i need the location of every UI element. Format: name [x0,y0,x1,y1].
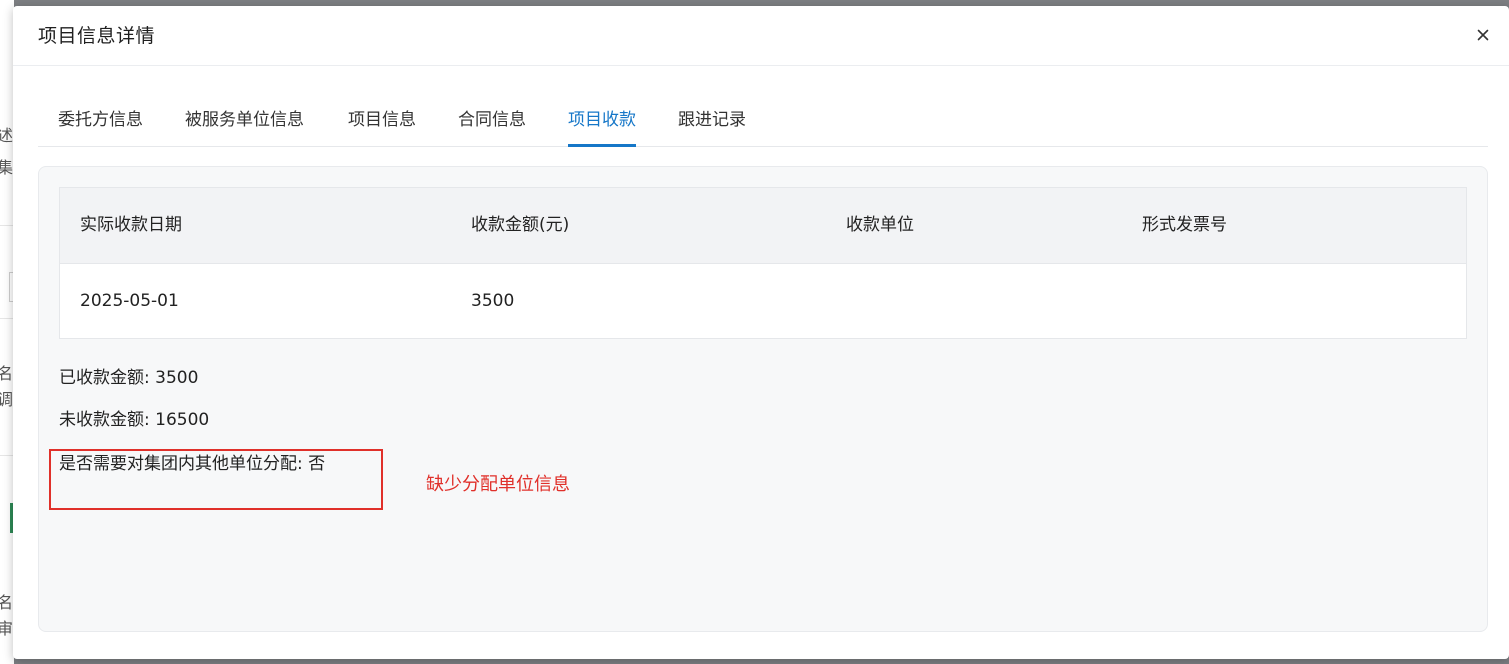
tab-contract-info[interactable]: 合同信息 [458,100,526,146]
background-text-fragment: 名 [0,364,14,383]
background-page: 述 集 名 调 名 审 [0,0,14,664]
table-row: 2025-05-01 3500 [60,264,1466,338]
cell-payment-date: 2025-05-01 [80,291,179,311]
received-amount: 已收款金额: 3500 [59,368,199,388]
background-text-fragment: 述 [0,126,14,145]
column-header-amount: 收款金额(元) [471,215,570,235]
annotation-note: 缺少分配单位信息 [426,474,570,495]
tab-client-info[interactable]: 委托方信息 [58,100,143,146]
payments-panel: 实际收款日期 收款金额(元) 收款单位 形式发票号 2025-05-01 350… [38,166,1488,632]
column-header-invoice-number: 形式发票号 [1142,215,1227,235]
dialog-title: 项目信息详情 [38,25,156,47]
background-divider [0,455,14,456]
close-button[interactable] [1471,23,1495,47]
background-divider [0,225,14,226]
table-header-row: 实际收款日期 收款金额(元) 收款单位 形式发票号 [60,188,1466,264]
tab-project-info[interactable]: 项目信息 [348,100,416,146]
column-header-payee-unit: 收款单位 [846,215,914,235]
unreceived-amount: 未收款金额: 16500 [59,410,210,430]
payments-table: 实际收款日期 收款金额(元) 收款单位 形式发票号 2025-05-01 350… [59,187,1467,339]
project-detail-dialog: 项目信息详情 委托方信息 被服务单位信息 项目信息 合同信息 项目收款 跟进记录… [13,6,1509,659]
tab-follow-up-records[interactable]: 跟进记录 [678,100,746,146]
tab-served-unit-info[interactable]: 被服务单位信息 [185,100,304,146]
tab-bar: 委托方信息 被服务单位信息 项目信息 合同信息 项目收款 跟进记录 [38,100,1488,147]
background-text-fragment: 集 [0,158,14,177]
close-icon [1477,29,1489,41]
tab-project-payments[interactable]: 项目收款 [568,100,636,147]
annotation-highlight-box [49,449,383,510]
background-text-fragment: 审 [0,619,14,638]
background-text-fragment: 名 [0,593,14,612]
background-text-fragment: 调 [0,390,14,409]
background-divider [0,318,14,319]
dialog-header: 项目信息详情 [13,6,1509,66]
column-header-payment-date: 实际收款日期 [80,215,182,235]
cell-amount: 3500 [471,291,515,311]
